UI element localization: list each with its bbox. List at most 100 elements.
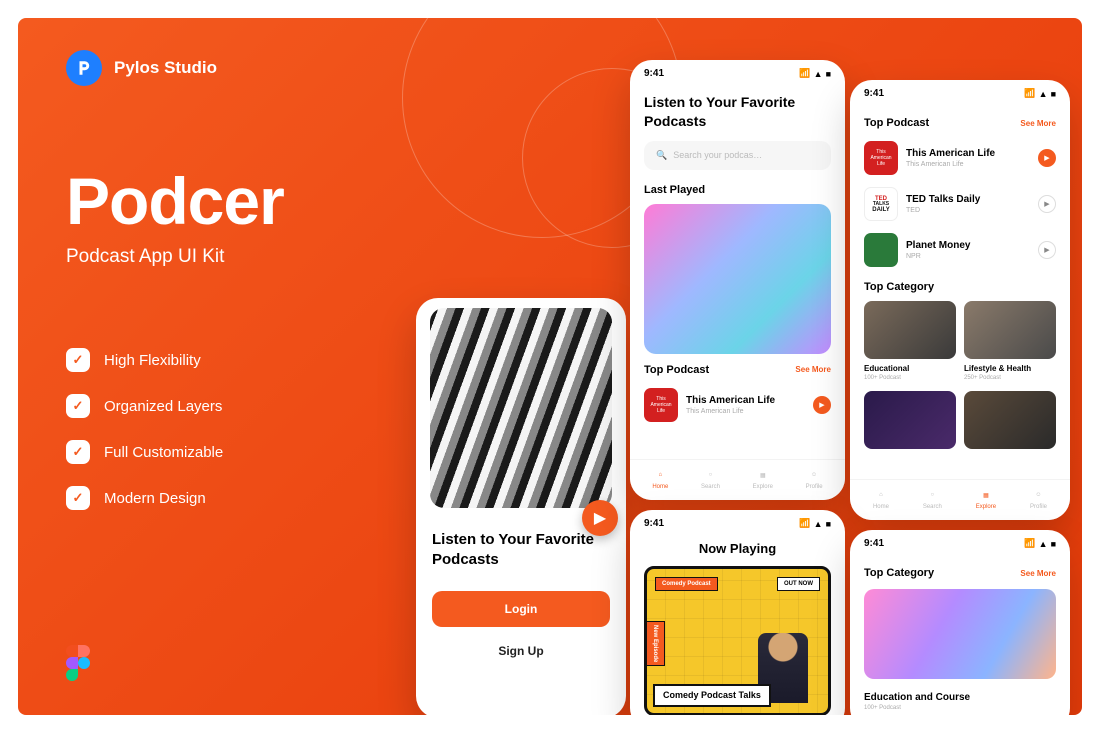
podcast-item[interactable]: ThisAmericanLife This American LifeThis … xyxy=(850,135,1070,181)
now-playing-art: Comedy Podcast OUT NOW New Episode Comed… xyxy=(644,566,831,715)
hero-title: Podcer xyxy=(66,168,284,234)
wifi-icon: ▲ xyxy=(814,519,823,529)
check-icon: ✓ xyxy=(66,440,90,464)
signal-icon: 📶 xyxy=(1024,88,1035,99)
nav-profile[interactable]: ☺Profile xyxy=(806,468,823,490)
podcast-item[interactable]: TEDTALKSDAILY TED Talks DailyTED ▶ xyxy=(850,181,1070,227)
status-time: 9:41 xyxy=(864,88,884,99)
search-icon: ○ xyxy=(925,488,939,502)
status-bar: 9:41 📶 ▲■ xyxy=(850,80,1070,107)
check-icon: ✓ xyxy=(66,394,90,418)
nav-search[interactable]: ○Search xyxy=(923,488,942,510)
battery-icon: ■ xyxy=(1051,89,1056,99)
category-image xyxy=(864,391,956,449)
section-top-category: Top Category xyxy=(850,273,1070,301)
badge-category: Comedy Podcast xyxy=(655,577,718,591)
home-icon: ⌂ xyxy=(653,468,667,482)
screen-onboarding: ▶ Listen to Your Favorite Podcasts Login… xyxy=(416,298,626,715)
nav-explore[interactable]: ▦Explore xyxy=(753,468,773,490)
hero-image xyxy=(430,308,612,508)
see-more-link[interactable]: See More xyxy=(795,365,831,374)
nav-search[interactable]: ○Search xyxy=(701,468,720,490)
status-bar: 9:41 📶▲■ xyxy=(850,530,1070,557)
category-card[interactable] xyxy=(864,391,956,449)
nav-home[interactable]: ⌂Home xyxy=(873,488,889,510)
screen-category: 9:41 📶▲■ Top Category See More Education… xyxy=(850,530,1070,715)
signal-icon: 📶 xyxy=(799,68,810,79)
nav-profile[interactable]: ☺Profile xyxy=(1030,488,1047,510)
signup-button[interactable]: Sign Up xyxy=(432,633,610,669)
category-card[interactable]: Educational 100+ Podcast xyxy=(864,301,956,381)
badge-new: New Episode xyxy=(645,621,665,666)
page-title: Listen to Your Favorite Podcasts xyxy=(630,87,845,141)
status-bar: 9:41 📶 ▲■ xyxy=(630,60,845,87)
play-fab-button[interactable]: ▶ xyxy=(582,500,618,536)
page-title: Now Playing xyxy=(630,537,845,566)
feature-item: ✓Organized Layers xyxy=(66,394,223,418)
category-card[interactable]: Lifestyle & Health 250+ Podcast xyxy=(964,301,1056,381)
badge-outnow: OUT NOW xyxy=(777,577,820,591)
figma-icon xyxy=(66,645,90,681)
wifi-icon: ▲ xyxy=(814,69,823,79)
category-hero-image[interactable] xyxy=(864,589,1056,679)
podcast-thumb: ThisAmericanLife xyxy=(864,141,898,175)
brand-name: Pylos Studio xyxy=(114,58,217,78)
play-button[interactable]: ▶ xyxy=(1038,241,1056,259)
grid-icon: ▦ xyxy=(756,468,770,482)
section-top-category: Top Category xyxy=(864,567,934,579)
login-button[interactable]: Login xyxy=(432,591,610,627)
category-name: Education and Course xyxy=(864,692,1056,703)
battery-icon: ■ xyxy=(826,69,831,79)
feature-item: ✓Full Customizable xyxy=(66,440,223,464)
podcast-item[interactable]: ThisAmericanLife This American LifeThis … xyxy=(630,382,845,428)
battery-icon: ■ xyxy=(1051,539,1056,549)
last-played-art[interactable] xyxy=(644,204,831,354)
signal-icon: 📶 xyxy=(799,518,810,529)
nav-home[interactable]: ⌂Home xyxy=(652,468,668,490)
home-icon: ⌂ xyxy=(874,488,888,502)
podcast-thumb: TEDTALKSDAILY xyxy=(864,187,898,221)
user-icon: ☺ xyxy=(1031,488,1045,502)
check-icon: ✓ xyxy=(66,348,90,372)
play-button[interactable]: ▶ xyxy=(813,396,831,414)
check-icon: ✓ xyxy=(66,486,90,510)
category-sub: 100+ Podcast xyxy=(864,705,1056,711)
category-image xyxy=(964,391,1056,449)
grid-icon: ▦ xyxy=(979,488,993,502)
search-icon: ○ xyxy=(703,468,717,482)
wifi-icon: ▲ xyxy=(1039,89,1048,99)
feature-item: ✓Modern Design xyxy=(66,486,223,510)
screen-explore: 9:41 📶 ▲■ Top Podcast See More ThisAmeric… xyxy=(850,80,1070,520)
feature-list: ✓High Flexibility ✓Organized Layers ✓Ful… xyxy=(66,348,223,510)
battery-icon: ■ xyxy=(826,519,831,529)
hero-subtitle: Podcast App UI Kit xyxy=(66,246,284,268)
nav-explore[interactable]: ▦Explore xyxy=(976,488,996,510)
play-button[interactable]: ▶ xyxy=(1038,195,1056,213)
section-top-podcast: Top Podcast xyxy=(644,364,709,376)
category-image xyxy=(864,301,956,359)
see-more-link[interactable]: See More xyxy=(1020,119,1056,128)
podcast-item[interactable]: Planet MoneyNPR ▶ xyxy=(850,227,1070,273)
see-more-link[interactable]: See More xyxy=(1020,569,1056,578)
search-input[interactable]: 🔍Search your podcas… xyxy=(644,141,831,170)
episode-title: Comedy Podcast Talks xyxy=(653,684,771,707)
status-time: 9:41 xyxy=(644,518,664,529)
wifi-icon: ▲ xyxy=(1039,539,1048,549)
bottom-nav: ⌂Home ○Search ▦Explore ☺Profile xyxy=(630,459,845,500)
brand-logo-icon xyxy=(66,50,102,86)
podcast-thumb: ThisAmericanLife xyxy=(644,388,678,422)
status-time: 9:41 xyxy=(864,538,884,549)
status-time: 9:41 xyxy=(644,68,664,79)
bottom-nav: ⌂Home ○Search ▦Explore ☺Profile xyxy=(850,479,1070,520)
screen-home: 9:41 📶 ▲■ Listen to Your Favorite Podcast… xyxy=(630,60,845,500)
podcast-thumb xyxy=(864,233,898,267)
category-card[interactable] xyxy=(964,391,1056,449)
search-icon: 🔍 xyxy=(656,150,667,161)
section-top-podcast: Top Podcast xyxy=(864,117,929,129)
user-icon: ☺ xyxy=(807,468,821,482)
category-image xyxy=(964,301,1056,359)
status-bar: 9:41 📶 ▲■ xyxy=(630,510,845,537)
screen-now-playing: 9:41 📶 ▲■ Now Playing Comedy Podcast OUT … xyxy=(630,510,845,715)
play-button[interactable]: ▶ xyxy=(1038,149,1056,167)
section-last-played: Last Played xyxy=(630,180,845,204)
